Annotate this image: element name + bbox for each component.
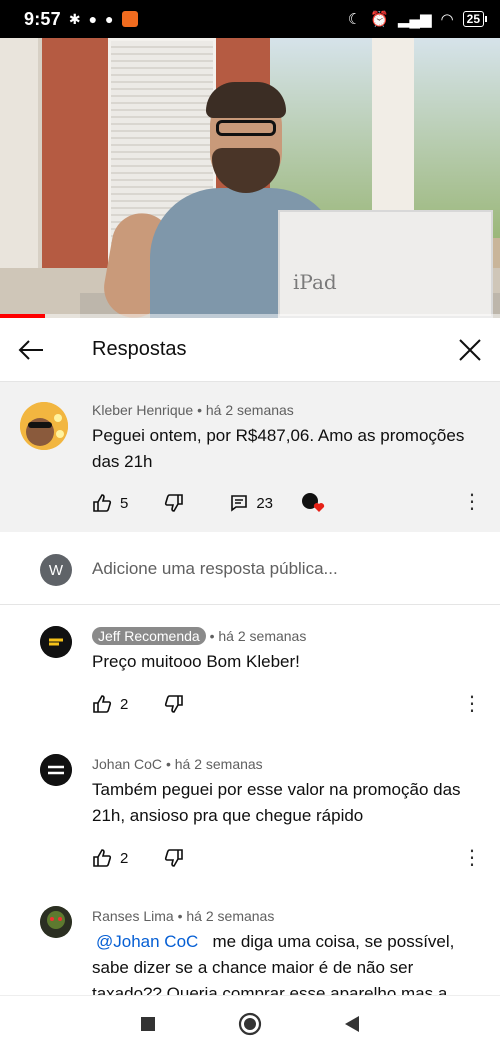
comment-author[interactable]: Kleber Henrique <box>92 402 193 418</box>
system-nav-bar <box>0 995 500 1056</box>
add-reply-row[interactable]: W Adicione uma resposta pública... <box>0 532 500 605</box>
messenger-icon: ● <box>88 11 98 27</box>
ranses-lima-avatar-icon <box>40 906 72 938</box>
panel-title: Respostas <box>92 338 187 360</box>
thumbs-down-icon <box>165 695 184 713</box>
comment-icon <box>231 495 248 512</box>
back-nav-button[interactable] <box>344 1015 360 1038</box>
comment-author[interactable]: Johan CoC <box>92 756 162 772</box>
thumbs-up-icon <box>93 695 112 713</box>
user-avatar-icon <box>20 402 68 450</box>
like-count: 2 <box>120 695 129 713</box>
comment-meta: Jeff Recomenda • há 2 semanas <box>92 627 307 645</box>
square-icon <box>141 1016 155 1031</box>
more-options-button[interactable]: ⋮ <box>462 492 482 512</box>
jeff-recomenda-logo-icon <box>40 626 72 658</box>
avatar[interactable] <box>40 906 72 938</box>
notification-icon: ● <box>105 11 114 27</box>
wifi-icon: ◠ <box>440 11 454 28</box>
reply-comment: Ranses Lima • há 2 semanas @Johan CoC me… <box>0 886 500 995</box>
close-icon <box>459 338 481 361</box>
comment-meta: Kleber Henrique • há 2 semanas <box>92 402 294 418</box>
comment-text: Também peguei por esse valor na promoção… <box>92 780 461 825</box>
circle-icon <box>238 1012 262 1035</box>
parent-comment: Kleber Henrique • há 2 semanas Peguei on… <box>0 382 500 532</box>
app-notification-icon <box>121 11 138 27</box>
dislike-button[interactable] <box>164 694 184 714</box>
like-button[interactable]: 2 <box>92 694 128 714</box>
reply-comment: Jeff Recomenda • há 2 semanas Preço muit… <box>0 606 500 746</box>
status-bar: 9:57 ✱ ● ● ☾ ⏰ ▂▄▆ ◠ 25 <box>0 0 500 38</box>
thumbs-up-icon <box>93 849 112 867</box>
recents-button[interactable] <box>140 1016 156 1037</box>
arrow-left-icon <box>18 339 43 360</box>
battery-indicator: 25 <box>462 11 488 27</box>
like-count: 5 <box>120 494 129 512</box>
avatar: W <box>40 554 72 586</box>
mention-link[interactable]: @Johan CoC <box>96 932 198 951</box>
comment-time: há 2 semanas <box>174 756 263 772</box>
heart-icon <box>302 493 325 512</box>
signal-icon: ▂▄▆ <box>397 11 432 28</box>
johan-coc-logo-icon <box>40 754 72 786</box>
comment-meta: Ranses Lima • há 2 semanas <box>92 908 275 924</box>
like-button[interactable]: 2 <box>92 848 128 868</box>
more-options-button[interactable]: ⋮ <box>462 848 482 868</box>
thumbs-down-icon <box>165 494 184 512</box>
thumbs-down-icon <box>165 849 184 867</box>
like-button[interactable]: 5 <box>92 493 128 513</box>
reply-count: 23 <box>256 494 274 512</box>
comment-meta: Johan CoC • há 2 semanas <box>92 756 263 772</box>
home-button[interactable] <box>238 1012 262 1041</box>
comment-text: @Johan CoC me diga uma coisa, se possíve… <box>92 929 482 995</box>
back-button[interactable] <box>0 318 62 382</box>
comment-time: há 2 semanas <box>186 908 275 924</box>
comment-author[interactable]: Ranses Lima <box>92 908 174 924</box>
comment-text: Preço muitooo Bom Kleber! <box>92 652 300 671</box>
ipad-box <box>278 210 493 318</box>
like-count: 2 <box>120 849 129 867</box>
comment-text: Peguei ontem, por R$487,06. Amo as promo… <box>92 426 465 471</box>
video-player[interactable]: iPad <box>0 38 500 318</box>
status-time: 9:57 <box>24 8 61 29</box>
alarm-icon: ⏰ <box>370 11 389 28</box>
reply-input[interactable]: Adicione uma resposta pública... <box>92 559 338 579</box>
comment-time: há 2 semanas <box>218 628 307 644</box>
avatar[interactable] <box>40 626 72 658</box>
close-button[interactable] <box>440 318 500 382</box>
creator-heart <box>301 492 327 514</box>
reply-comment: Johan CoC • há 2 semanas Também peguei p… <box>0 734 500 894</box>
thumbs-up-icon <box>93 494 112 512</box>
creator-badge[interactable]: Jeff Recomenda <box>92 627 206 645</box>
replies-header: Respostas <box>0 318 500 382</box>
dislike-button[interactable] <box>164 493 184 513</box>
comment-time: há 2 semanas <box>205 402 294 418</box>
avatar[interactable] <box>40 754 72 786</box>
box-label: iPad <box>293 270 337 294</box>
reply-count-button[interactable]: 23 <box>230 494 273 512</box>
more-options-button[interactable]: ⋮ <box>462 694 482 714</box>
triangle-left-icon <box>345 1015 359 1032</box>
avatar[interactable] <box>20 402 68 450</box>
do-not-disturb-icon: ☾ <box>347 11 362 28</box>
bluetooth-icon: ✱ <box>68 10 81 27</box>
dislike-button[interactable] <box>164 848 184 868</box>
